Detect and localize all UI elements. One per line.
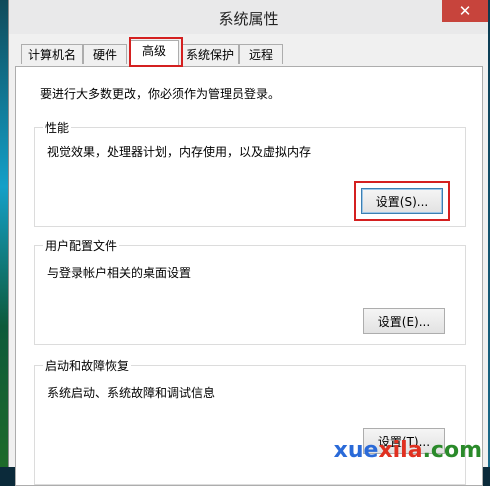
performance-description: 视觉效果，处理器计划，内存使用，以及虚拟内存 bbox=[47, 145, 312, 159]
tab-system-protection[interactable]: 系统保护 bbox=[181, 44, 239, 64]
tab-strip: 计算机名 硬件 高级 系统保护 远程 bbox=[15, 37, 485, 67]
system-properties-dialog: 系统属性 ✕ 计算机名 硬件 高级 系统保护 远程 要进行大多数更改，你必须作为… bbox=[8, 0, 488, 486]
close-button[interactable]: ✕ bbox=[442, 0, 488, 22]
performance-label: 性能 bbox=[43, 119, 72, 136]
user-profile-group: 用户配置文件 与登录帐户相关的桌面设置 设置(E)... bbox=[34, 237, 466, 345]
admin-notice: 要进行大多数更改，你必须作为管理员登录。 bbox=[40, 87, 281, 101]
user-profile-label: 用户配置文件 bbox=[43, 237, 120, 254]
close-icon: ✕ bbox=[458, 2, 472, 20]
user-profile-description: 与登录帐户相关的桌面设置 bbox=[47, 266, 192, 280]
performance-button-highlight-box bbox=[354, 181, 450, 221]
advanced-tab-panel: 要进行大多数更改，你必须作为管理员登录。 性能 视觉效果，处理器计划，内存使用，… bbox=[15, 66, 483, 486]
tab-computer-name[interactable]: 计算机名 bbox=[21, 44, 83, 64]
window-title: 系统属性 bbox=[218, 10, 279, 28]
tab-hardware[interactable]: 硬件 bbox=[83, 44, 127, 64]
performance-group: 性能 视觉效果，处理器计划，内存使用，以及虚拟内存 设置(S)... bbox=[34, 119, 466, 227]
startup-recovery-description: 系统启动、系统故障和调试信息 bbox=[47, 386, 216, 400]
user-profile-settings-button[interactable]: 设置(E)... bbox=[363, 308, 445, 334]
tab-highlight-box bbox=[129, 37, 183, 67]
startup-recovery-label: 启动和故障恢复 bbox=[43, 357, 132, 374]
startup-recovery-group: 启动和故障恢复 系统启动、系统故障和调试信息 设置(T)... bbox=[34, 357, 466, 485]
title-bar[interactable]: 系统属性 ✕ bbox=[9, 0, 488, 34]
site-watermark: xuexila.com bbox=[333, 438, 482, 463]
tab-remote[interactable]: 远程 bbox=[239, 44, 283, 64]
